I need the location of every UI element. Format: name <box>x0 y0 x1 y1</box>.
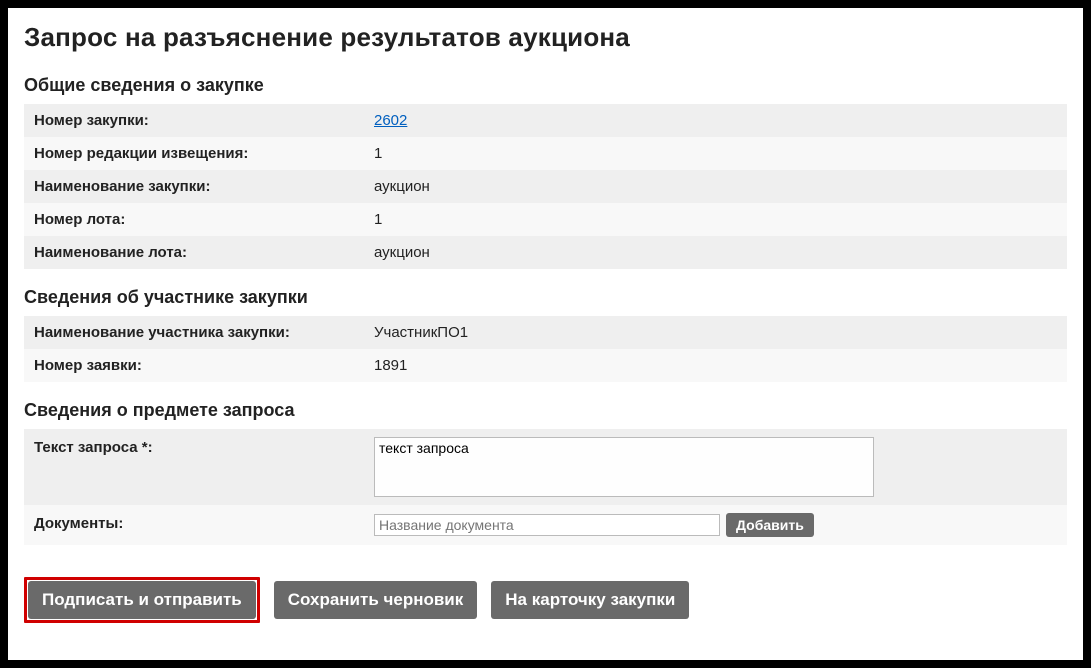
document-name-input[interactable] <box>374 514 720 536</box>
purchase-name-label: Наименование закупки: <box>34 178 374 195</box>
notice-revision-value: 1 <box>374 145 382 162</box>
lot-number-value: 1 <box>374 211 382 228</box>
lot-name-value: аукцион <box>374 244 430 261</box>
table-row: Номер лота: 1 <box>24 203 1067 236</box>
highlight-frame: Подписать и отправить <box>24 577 260 623</box>
to-purchase-card-button[interactable]: На карточку закупки <box>491 581 689 619</box>
request-form: Текст запроса *: Документы: Добавить <box>24 429 1067 545</box>
table-row: Номер заявки: 1891 <box>24 349 1067 382</box>
table-row: Наименование лота: аукцион <box>24 236 1067 269</box>
section-request-heading: Сведения о предмете запроса <box>24 400 1067 421</box>
documents-label: Документы: <box>34 513 374 532</box>
table-row: Номер закупки: 2602 <box>24 104 1067 137</box>
sign-and-send-button[interactable]: Подписать и отправить <box>28 581 256 619</box>
participant-info-table: Наименование участника закупки: Участник… <box>24 316 1067 382</box>
table-row: Номер редакции извещения: 1 <box>24 137 1067 170</box>
table-row: Наименование закупки: аукцион <box>24 170 1067 203</box>
table-row: Наименование участника закупки: Участник… <box>24 316 1067 349</box>
lot-name-label: Наименование лота: <box>34 244 374 261</box>
query-text-row: Текст запроса *: <box>24 429 1067 505</box>
general-info-table: Номер закупки: 2602 Номер редакции извещ… <box>24 104 1067 269</box>
purchase-name-value: аукцион <box>374 178 430 195</box>
section-participant-heading: Сведения об участнике закупки <box>24 287 1067 308</box>
lot-number-label: Номер лота: <box>34 211 374 228</box>
application-number-value: 1891 <box>374 357 407 374</box>
purchase-number-label: Номер закупки: <box>34 112 374 129</box>
add-document-button[interactable]: Добавить <box>726 513 814 537</box>
save-draft-button[interactable]: Сохранить черновик <box>274 581 478 619</box>
application-number-label: Номер заявки: <box>34 357 374 374</box>
query-text-label: Текст запроса *: <box>34 437 374 456</box>
notice-revision-label: Номер редакции извещения: <box>34 145 374 162</box>
query-text-input[interactable] <box>374 437 874 497</box>
participant-name-label: Наименование участника закупки: <box>34 324 374 341</box>
section-general-heading: Общие сведения о закупке <box>24 75 1067 96</box>
purchase-number-link[interactable]: 2602 <box>374 112 407 129</box>
action-bar: Подписать и отправить Сохранить черновик… <box>24 577 1067 623</box>
participant-name-value: УчастникПО1 <box>374 324 468 341</box>
page-title: Запрос на разъяснение результатов аукцио… <box>24 22 1067 53</box>
documents-row: Документы: Добавить <box>24 505 1067 545</box>
